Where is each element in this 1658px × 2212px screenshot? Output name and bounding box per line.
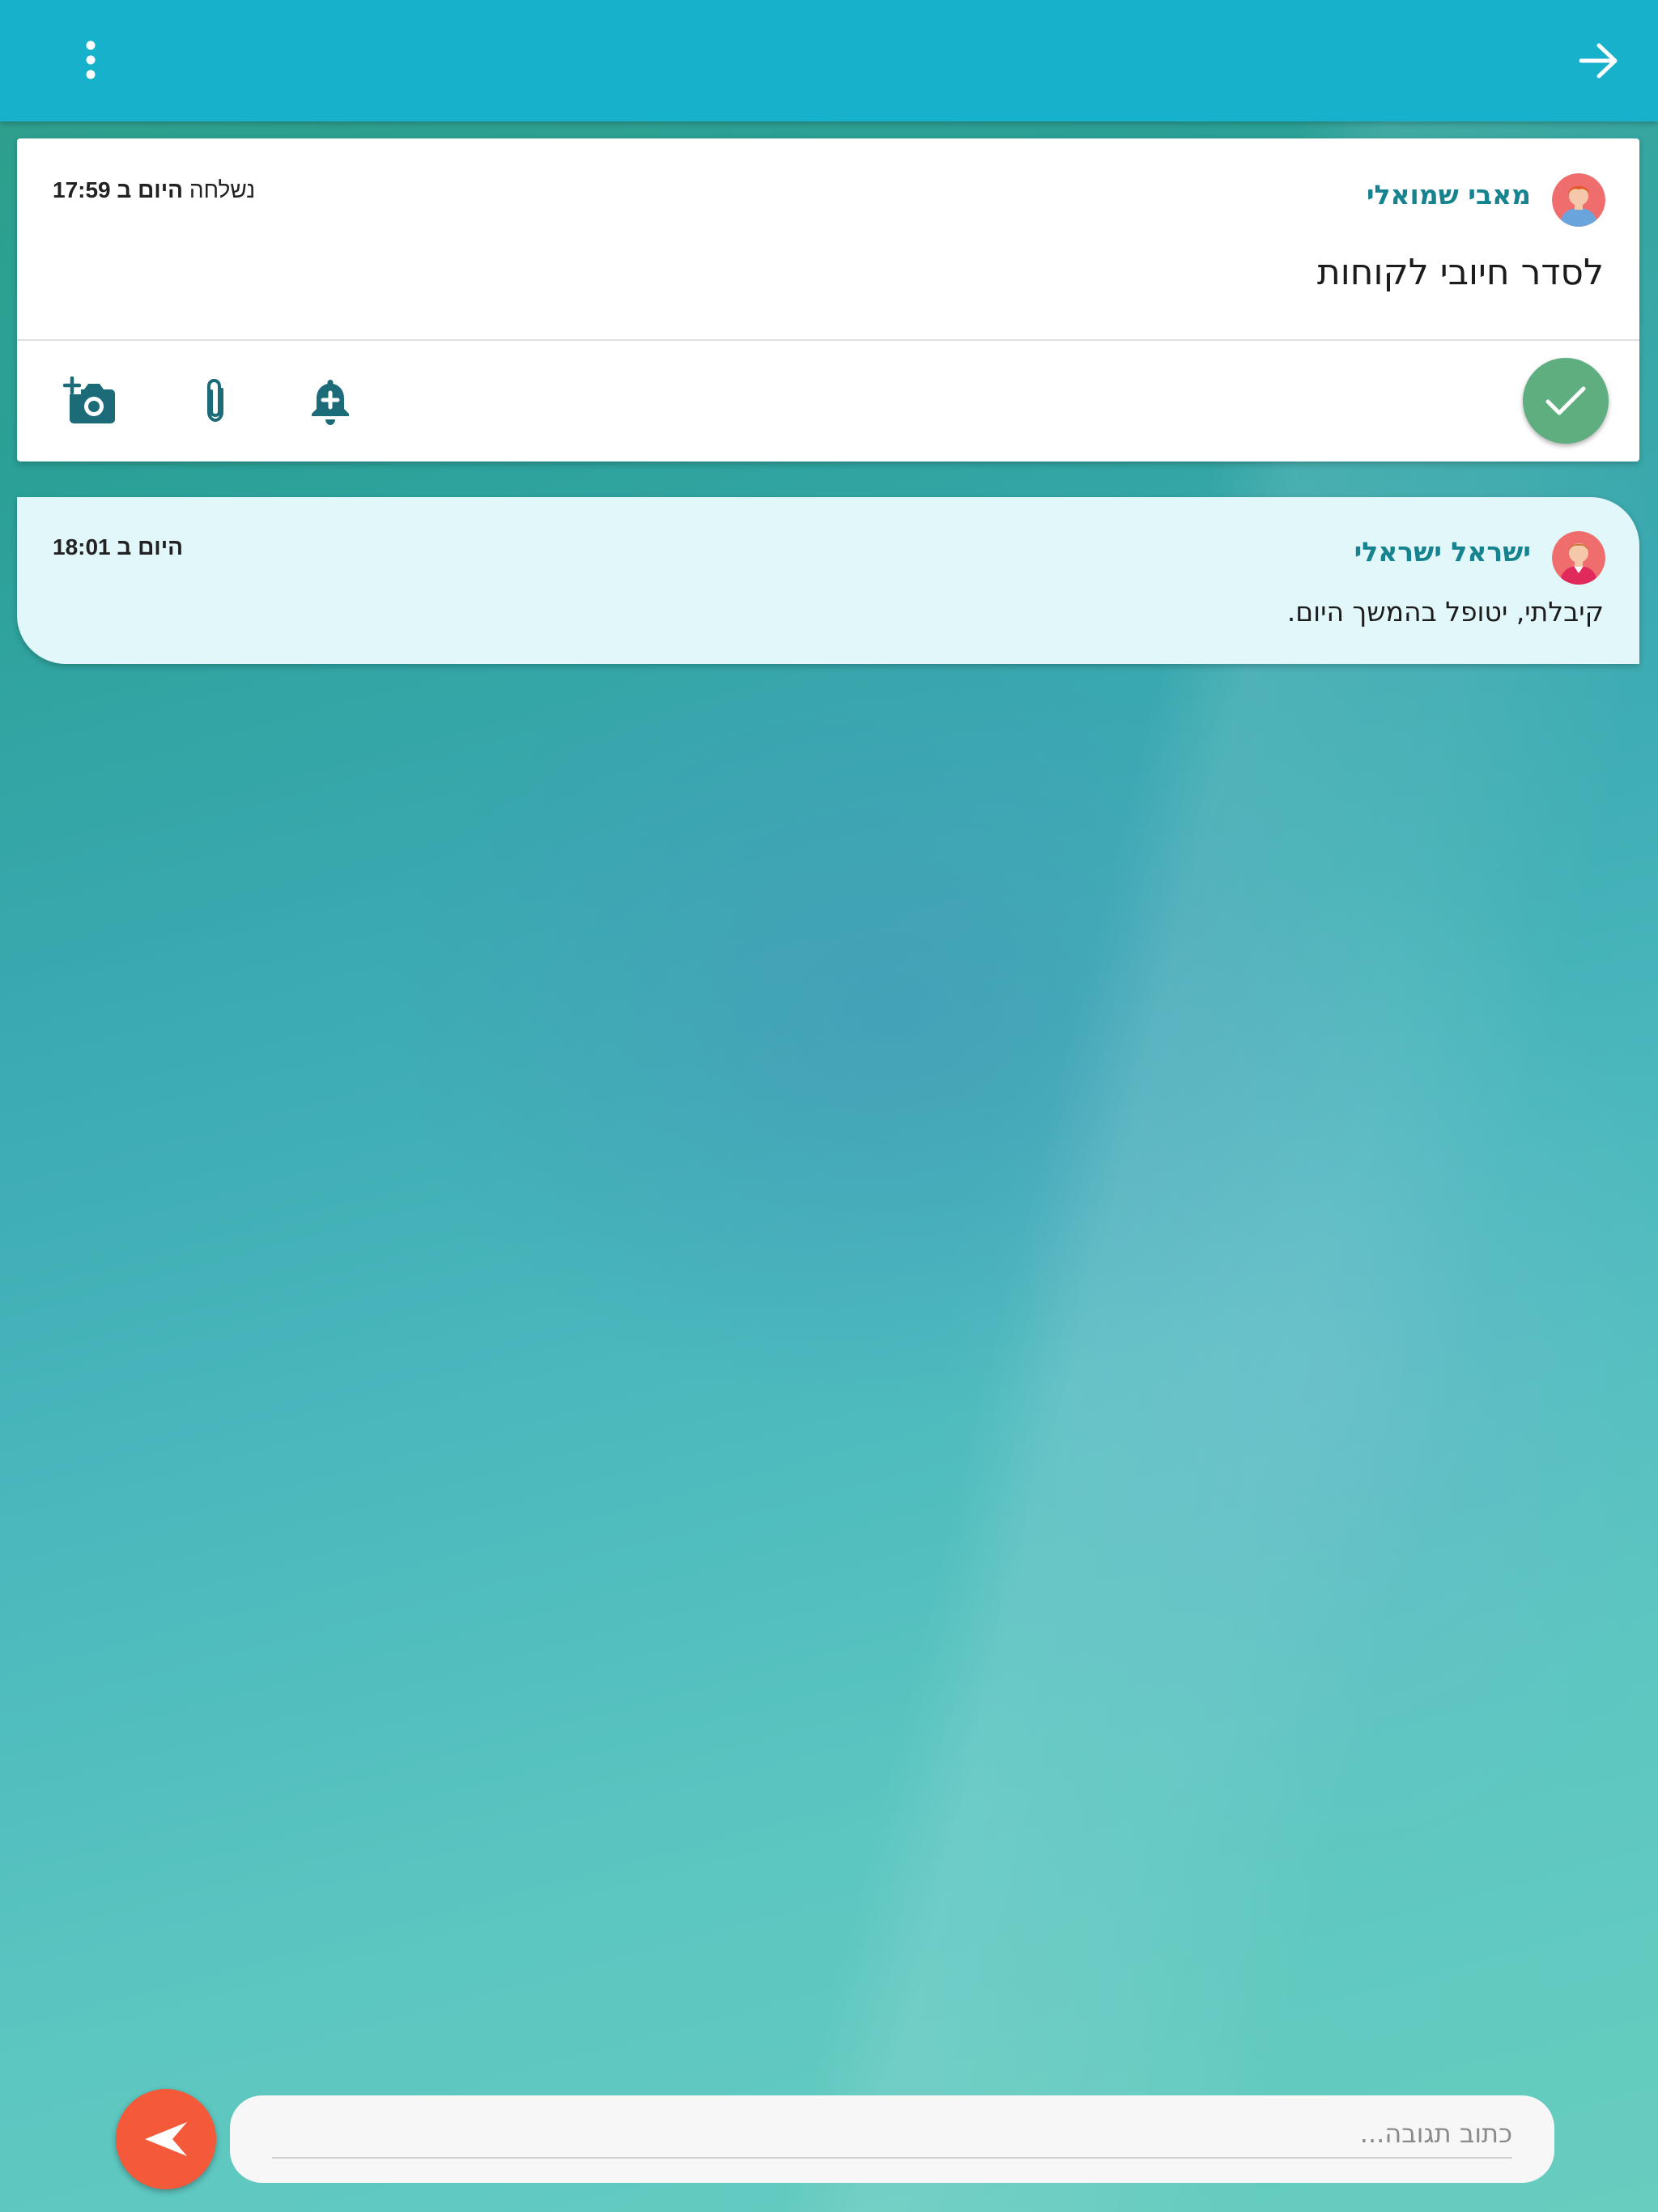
reply-timestamp: היום ב 18:01 [53, 534, 183, 560]
paperclip-icon [207, 378, 223, 423]
add-photo-icon [63, 376, 115, 423]
avatar [1552, 531, 1605, 585]
arrow-forward-icon [1579, 43, 1618, 79]
back-button[interactable] [1571, 32, 1627, 89]
complete-task-button[interactable] [1523, 358, 1609, 444]
add-photo-button[interactable] [62, 373, 119, 430]
task-time: היום ב 17:59 [53, 177, 184, 202]
more-options-button[interactable] [66, 36, 115, 84]
task-author: מאבי שמואלי [1366, 179, 1531, 211]
sent-label: נשלחה [189, 177, 256, 202]
attach-file-button[interactable] [187, 373, 244, 430]
reply-input[interactable] [272, 2110, 1512, 2159]
task-title: לסדר חיובי לקוחות [1316, 252, 1604, 293]
task-card: מאבי שמואלי נשלחה היום ב 17:59 לסדר חיוב… [17, 138, 1639, 462]
add-reminder-button[interactable] [302, 373, 359, 430]
user-avatar-icon [1552, 531, 1605, 585]
task-timestamp: נשלחה היום ב 17:59 [53, 177, 255, 203]
more-vert-icon [86, 40, 96, 79]
reply-time: היום ב 18:01 [53, 534, 184, 559]
divider [17, 339, 1639, 341]
add-alert-icon [312, 380, 349, 425]
avatar [1552, 173, 1605, 227]
reply-author: ישראל ישראלי [1354, 536, 1531, 568]
send-button[interactable] [116, 2089, 216, 2189]
reply-composer [230, 2095, 1554, 2183]
app-bar [0, 0, 1658, 121]
user-avatar-icon [1552, 173, 1605, 227]
check-icon [1545, 386, 1586, 415]
reply-text: קיבלתי, יטופל בהמשך היום. [1286, 596, 1604, 627]
send-icon [145, 2122, 187, 2156]
reply-message: ישראל ישראלי היום ב 18:01 קיבלתי, יטופל … [17, 497, 1639, 664]
